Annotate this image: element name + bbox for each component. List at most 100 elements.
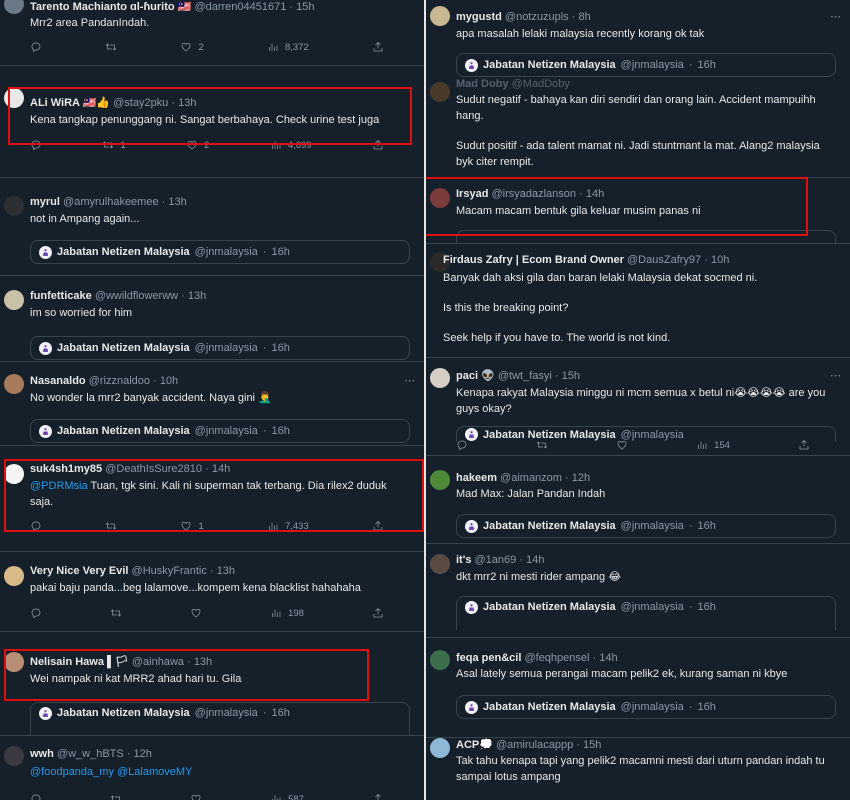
tweet-time[interactable]: 12h	[572, 472, 590, 484]
tweet[interactable]: feqa pen&cil @feqhpensel · 14h Asal late…	[426, 642, 850, 738]
tweet-time[interactable]: 13h	[217, 565, 235, 577]
avatar[interactable]	[430, 650, 450, 670]
tweet-time[interactable]: 14h	[599, 652, 617, 664]
tweet-time[interactable]: 13h	[178, 97, 196, 109]
reply-button[interactable]	[30, 792, 42, 800]
avatar[interactable]	[430, 6, 450, 26]
tweet[interactable]: it's @1an69 · 14h dkt mrr2 ni mesti ride…	[426, 548, 850, 638]
author-handle[interactable]: @wwildflowerww	[95, 290, 178, 302]
tweet[interactable]: paci 👽 @twt_fasyi · 15h ⋯ Kenapa rakyat …	[426, 362, 850, 456]
reply-button[interactable]	[30, 138, 42, 152]
tweet[interactable]: suk4sh1my85 @DeathIsSure2810 · 14h @PDRM…	[0, 452, 424, 552]
like-button[interactable]: 2	[180, 40, 204, 54]
tweet[interactable]: mygustd @notzuzupls · 8h ⋯ apa masalah l…	[426, 0, 850, 78]
author-name[interactable]: Mad Doby	[456, 78, 509, 90]
retweet-button[interactable]	[110, 792, 122, 800]
author-handle[interactable]: @w_w_hBTS	[57, 748, 124, 760]
tweet-time[interactable]: 14h	[586, 188, 604, 200]
like-button[interactable]	[616, 438, 628, 452]
tweet-time[interactable]: 15h	[562, 370, 580, 382]
mention-link[interactable]: @LalamoveMY	[117, 766, 192, 778]
author-name[interactable]: ACP💭	[456, 739, 493, 751]
retweet-button[interactable]	[536, 438, 548, 452]
share-button[interactable]	[372, 792, 384, 800]
retweet-button[interactable]: 1	[102, 138, 126, 152]
avatar[interactable]	[4, 0, 24, 14]
quoted-tweet[interactable]	[456, 230, 836, 244]
quoted-tweet[interactable]: Jabatan Netizen Malaysia @jnmalaysia · 1…	[456, 596, 836, 630]
author-name[interactable]: Irsyad	[456, 188, 488, 200]
avatar[interactable]	[4, 88, 24, 108]
author-name[interactable]: feqa pen&cil	[456, 652, 521, 664]
author-handle[interactable]: @ainhawa	[132, 656, 184, 668]
avatar[interactable]	[4, 290, 24, 310]
tweet[interactable]: Nelisain Hawa ▌🏳 @ainhawa · 13h Wei namp…	[0, 644, 424, 736]
tweet-time[interactable]: 13h	[194, 656, 212, 668]
author-handle[interactable]: @feqhpensel	[524, 652, 589, 664]
retweet-button[interactable]	[110, 606, 122, 620]
views-button[interactable]: 8,372	[267, 40, 309, 54]
author-name[interactable]: Nasanaldo	[30, 375, 86, 387]
share-button[interactable]	[372, 606, 384, 620]
author-name[interactable]: mygustd	[456, 11, 502, 23]
views-button[interactable]: 587	[270, 792, 304, 800]
share-button[interactable]	[372, 40, 384, 54]
author-handle[interactable]: @amyrulhakeemee	[63, 196, 159, 208]
tweet-time[interactable]: 15h	[583, 739, 601, 751]
views-button[interactable]: 7,433	[267, 519, 309, 533]
tweet[interactable]: ACP💭 @amirulacappp · 15h Tak tahu kenapa…	[426, 738, 850, 800]
avatar[interactable]	[430, 368, 450, 388]
quoted-tweet[interactable]: Jabatan Netizen Malaysia @jnmalaysia · 1…	[456, 514, 836, 538]
more-icon[interactable]: ⋯	[830, 369, 842, 382]
author-handle[interactable]: @DausZafry97	[627, 254, 701, 266]
reply-button[interactable]	[30, 606, 42, 620]
tweet[interactable]: hakeem @aimanzom · 12h Mad Max: Jalan Pa…	[426, 460, 850, 544]
tweet[interactable]: myrul @amyrulhakeemee · 13h not in Ampan…	[0, 186, 424, 276]
author-name[interactable]: Nelisain Hawa ▌🏳	[30, 656, 129, 668]
author-name[interactable]: ALi WiRA 🇲🇾👍	[30, 97, 110, 109]
tweet[interactable]: ALi WiRA 🇲🇾👍 @stay2pku · 13h Kena tangka…	[0, 74, 424, 178]
author-name[interactable]: it's	[456, 554, 471, 566]
tweet-time[interactable]: 14h	[526, 554, 544, 566]
quoted-tweet[interactable]: Jabatan Netizen Malaysia @jnmalaysia · 1…	[30, 702, 410, 736]
reply-button[interactable]	[30, 519, 42, 533]
avatar[interactable]	[4, 566, 24, 586]
mention-link[interactable]: @PDRMsia	[30, 480, 88, 492]
share-button[interactable]	[372, 519, 384, 533]
tweet[interactable]: Mad Doby @MadDoby Sudut negatif - bahaya…	[426, 78, 850, 178]
views-button[interactable]: 198	[270, 606, 304, 620]
tweet[interactable]: Tarento Machianto ɑl-ɦurito 🇲🇾 @darren04…	[0, 0, 424, 66]
author-name[interactable]: suk4sh1my85	[30, 463, 102, 475]
author-handle[interactable]: @stay2pku	[113, 97, 168, 109]
author-name[interactable]: funfetticake	[30, 290, 92, 302]
tweet[interactable]: Nasanaldo @rizznaldoo · 10h ⋯ No wonder …	[0, 366, 424, 446]
avatar[interactable]	[430, 554, 450, 574]
avatar[interactable]	[430, 188, 450, 208]
like-button[interactable]: 2	[186, 138, 209, 152]
reply-button[interactable]	[456, 438, 468, 452]
tweet[interactable]: wwh @w_w_hBTS · 12h @foodpanda_my @Lalam…	[0, 740, 424, 800]
author-name[interactable]: Very Nice Very Evil	[30, 565, 128, 577]
author-name[interactable]: Firdaus Zafry | Ecom Brand Owner	[443, 254, 624, 266]
avatar[interactable]	[430, 82, 450, 102]
author-name[interactable]: Tarento Machianto ɑl-ɦurito 🇲🇾	[30, 1, 194, 13]
share-button[interactable]	[372, 138, 384, 152]
tweet-time[interactable]: 12h	[134, 748, 152, 760]
reply-button[interactable]	[30, 40, 42, 54]
avatar[interactable]	[4, 374, 24, 394]
tweet-time[interactable]: 10h	[160, 375, 178, 387]
quoted-tweet[interactable]: Jabatan Netizen Malaysia @jnmalaysia · 1…	[456, 695, 836, 719]
author-handle[interactable]: @amirulacappp	[496, 739, 573, 751]
avatar[interactable]	[4, 652, 24, 672]
mention-link[interactable]: @foodpanda_my	[30, 766, 114, 778]
author-handle[interactable]: @notzuzupls	[505, 11, 569, 23]
author-handle[interactable]: @darren04451671	[194, 1, 286, 13]
more-icon[interactable]: ⋯	[830, 10, 842, 23]
author-handle[interactable]: @DeathIsSure2810	[105, 463, 202, 475]
avatar[interactable]	[430, 738, 450, 758]
author-handle[interactable]: @HuskyFrantic	[132, 565, 207, 577]
like-button[interactable]	[190, 792, 202, 800]
like-button[interactable]	[190, 606, 202, 620]
avatar[interactable]	[4, 746, 24, 766]
retweet-button[interactable]	[105, 519, 117, 533]
